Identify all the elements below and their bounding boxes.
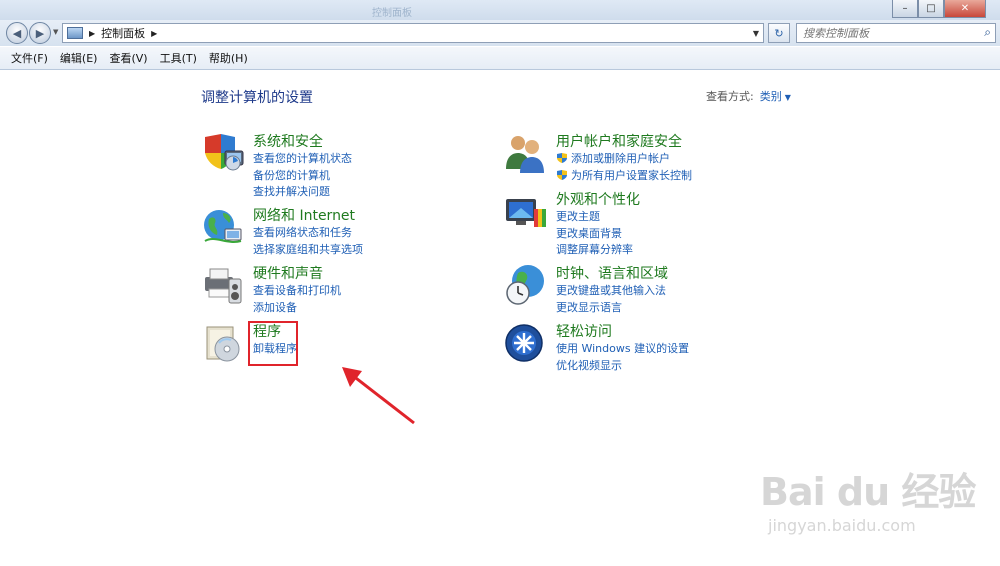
link-parental-controls[interactable]: 为所有用户设置家长控制: [556, 168, 692, 185]
monitor-paint-icon[interactable]: [504, 189, 548, 233]
address-bar[interactable]: ▶ 控制面板 ▶ ▼: [62, 23, 764, 43]
forward-button[interactable]: ▶: [29, 22, 51, 44]
category-heading-network[interactable]: 网络和 Internet: [253, 205, 355, 225]
menu-tools[interactable]: 工具(T): [155, 50, 202, 66]
view-by-label: 查看方式:: [706, 90, 754, 103]
recent-pages-dropdown[interactable]: ▼: [53, 28, 58, 36]
close-button[interactable]: ✕: [944, 0, 986, 18]
breadcrumb-separator-icon[interactable]: ▶: [89, 29, 95, 38]
menu-help[interactable]: 帮助(H): [204, 50, 253, 66]
breadcrumb-separator-icon[interactable]: ▶: [151, 29, 157, 38]
category-links: 查看网络状态和任务 选择家庭组和共享选项: [253, 225, 363, 258]
category-heading-user-accounts[interactable]: 用户帐户和家庭安全: [556, 131, 682, 151]
category-heading-ease-of-access[interactable]: 轻松访问: [556, 321, 612, 341]
category-heading-hardware[interactable]: 硬件和声音: [253, 263, 323, 283]
navigation-bar: ◀ ▶ ▼ ▶ 控制面板 ▶ ▼ ↻ ⌕: [0, 20, 1000, 46]
forward-arrow-icon: ▶: [35, 26, 45, 40]
refresh-button[interactable]: ↻: [768, 23, 790, 43]
link-label: 为所有用户设置家长控制: [571, 168, 692, 182]
link-screen-resolution[interactable]: 调整屏幕分辨率: [556, 242, 633, 259]
baidu-watermark: Bai du 经验 jingyan.baidu.com: [760, 461, 976, 535]
address-dropdown-icon[interactable]: ▼: [753, 29, 759, 38]
category-links: 查看设备和打印机 添加设备: [253, 283, 341, 316]
network-globe-icon[interactable]: [201, 205, 245, 249]
watermark-url: jingyan.baidu.com: [768, 516, 916, 535]
link-windows-recommended-settings[interactable]: 使用 Windows 建议的设置: [556, 341, 689, 358]
page-title: 调整计算机的设置: [201, 90, 313, 106]
link-view-computer-status[interactable]: 查看您的计算机状态: [253, 151, 352, 168]
category-links: 使用 Windows 建议的设置 优化视频显示: [556, 341, 689, 374]
watermark-brand: Bai du 经验: [760, 470, 976, 514]
window-title: 控制面板: [372, 8, 412, 19]
link-label: 添加或删除用户帐户: [571, 152, 670, 165]
link-display-language[interactable]: 更改显示语言: [556, 300, 666, 317]
category-links: 添加或删除用户帐户 为所有用户设置家长控制: [556, 151, 692, 184]
view-by-dropdown[interactable]: 类别: [760, 90, 782, 103]
category-links: 查看您的计算机状态 备份您的计算机 查找并解决问题: [253, 151, 352, 201]
menu-bar: 文件(F) 编辑(E) 查看(V) 工具(T) 帮助(H): [0, 47, 1000, 70]
menu-edit[interactable]: 编辑(E): [55, 50, 103, 66]
title-bar: 控制面板 – □ ✕: [0, 0, 1000, 20]
control-panel-icon: [67, 27, 83, 39]
view-by: 查看方式: 类别 ▼: [706, 88, 791, 104]
menu-view[interactable]: 查看(V): [104, 50, 152, 66]
maximize-button[interactable]: □: [918, 0, 944, 18]
category-heading-system-security[interactable]: 系统和安全: [253, 131, 323, 151]
breadcrumb-control-panel[interactable]: 控制面板: [101, 25, 145, 41]
chevron-down-icon[interactable]: ▼: [785, 93, 791, 102]
minimize-button[interactable]: –: [892, 0, 918, 18]
link-network-status[interactable]: 查看网络状态和任务: [253, 225, 363, 242]
annotation-arrow-icon: [342, 367, 415, 425]
menu-file[interactable]: 文件(F): [6, 50, 53, 66]
search-icon[interactable]: ⌕: [984, 25, 991, 40]
refresh-icon: ↻: [774, 26, 784, 40]
link-homegroup-sharing[interactable]: 选择家庭组和共享选项: [253, 242, 363, 259]
users-icon[interactable]: [504, 131, 548, 175]
back-button[interactable]: ◀: [6, 22, 28, 44]
link-devices-printers[interactable]: 查看设备和打印机: [253, 283, 341, 300]
category-links: 更改主题 更改桌面背景 调整屏幕分辨率: [556, 209, 633, 259]
shield-computer-icon[interactable]: [201, 131, 245, 175]
link-change-keyboard[interactable]: 更改键盘或其他输入法: [556, 283, 666, 300]
link-desktop-background[interactable]: 更改桌面背景: [556, 226, 633, 243]
category-heading-appearance[interactable]: 外观和个性化: [556, 189, 640, 209]
link-change-theme[interactable]: 更改主题: [556, 209, 633, 226]
printer-speaker-icon[interactable]: [201, 263, 245, 307]
programs-disc-icon[interactable]: [201, 321, 245, 365]
link-troubleshoot[interactable]: 查找并解决问题: [253, 184, 352, 201]
window-controls: – □ ✕: [892, 0, 986, 18]
uac-shield-icon: [557, 169, 567, 180]
uac-shield-icon: [557, 153, 567, 163]
annotation-highlight-box: [248, 321, 298, 366]
ease-of-access-icon[interactable]: [504, 321, 548, 365]
control-panel-content: 调整计算机的设置 查看方式: 类别 ▼ 系统和安全 查看您的计算机状态 备份您的计算…: [0, 71, 1000, 566]
clock-globe-icon[interactable]: [504, 263, 548, 307]
link-optimize-display[interactable]: 优化视频显示: [556, 358, 689, 375]
search-box[interactable]: ⌕: [796, 23, 996, 43]
search-input[interactable]: [803, 26, 973, 40]
category-heading-clock[interactable]: 时钟、语言和区域: [556, 263, 668, 283]
link-backup-computer[interactable]: 备份您的计算机: [253, 168, 352, 185]
link-add-remove-accounts[interactable]: 添加或删除用户帐户: [556, 151, 692, 168]
category-links: 更改键盘或其他输入法 更改显示语言: [556, 283, 666, 316]
back-arrow-icon: ◀: [12, 26, 22, 40]
link-add-device[interactable]: 添加设备: [253, 300, 341, 317]
